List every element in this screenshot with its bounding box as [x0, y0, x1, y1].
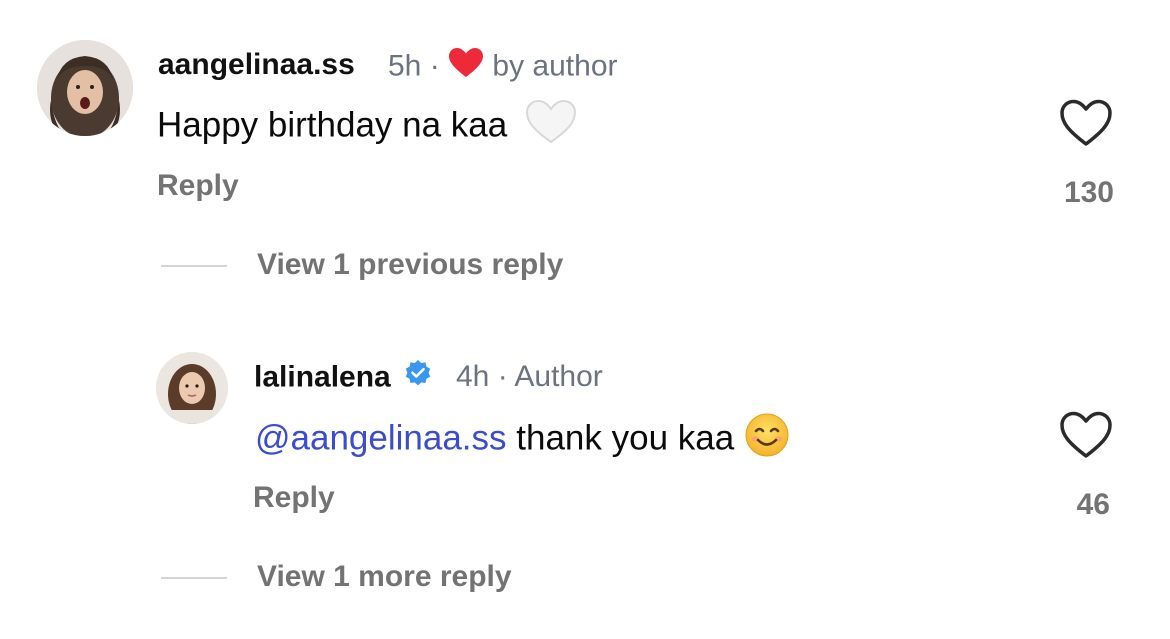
comment-time: 5h: [388, 49, 422, 83]
reply-text: @aangelinaa.ss thank you kaa: [255, 412, 790, 468]
avatar[interactable]: [156, 352, 228, 424]
red-heart-icon: [448, 47, 484, 88]
smiling-face-emoji: [744, 412, 790, 468]
verified-badge-icon: [403, 359, 433, 398]
author-badge: Author: [514, 360, 603, 393]
thread-divider: [161, 577, 227, 579]
like-count: 46: [1076, 488, 1110, 521]
white-heart-emoji: [525, 99, 577, 154]
reply-time: 4h: [456, 360, 490, 393]
reply-button[interactable]: Reply: [157, 168, 239, 204]
like-count: 130: [1063, 176, 1114, 209]
view-previous-replies-button[interactable]: View 1 previous reply: [257, 247, 563, 283]
avatar[interactable]: [37, 40, 133, 136]
comment-text: Happy birthday na kaa: [157, 99, 577, 154]
view-more-replies-button[interactable]: View 1 more reply: [257, 559, 512, 595]
reply-username-text: lalinalena: [254, 360, 391, 394]
reply-button[interactable]: Reply: [253, 480, 335, 516]
comment-body: Happy birthday na kaa: [157, 105, 508, 145]
reply-username[interactable]: lalinalena: [254, 359, 433, 398]
meta-separator: ·: [497, 360, 508, 393]
mention-link[interactable]: @aangelinaa.ss: [255, 418, 507, 457]
thread-divider: [161, 265, 227, 267]
comment-username[interactable]: aangelinaa.ss: [158, 47, 355, 83]
author-liked-badge: by author: [492, 49, 618, 83]
like-button[interactable]: [1059, 410, 1113, 460]
heart-outline-icon: [1060, 411, 1112, 458]
like-button[interactable]: [1059, 98, 1113, 148]
heart-outline-icon: [1060, 99, 1112, 146]
reply-meta: 4h · Author: [456, 359, 603, 395]
reply-body: thank you kaa: [506, 418, 735, 458]
meta-separator: ·: [429, 49, 440, 83]
comment-meta: 5h · by author: [388, 47, 618, 88]
